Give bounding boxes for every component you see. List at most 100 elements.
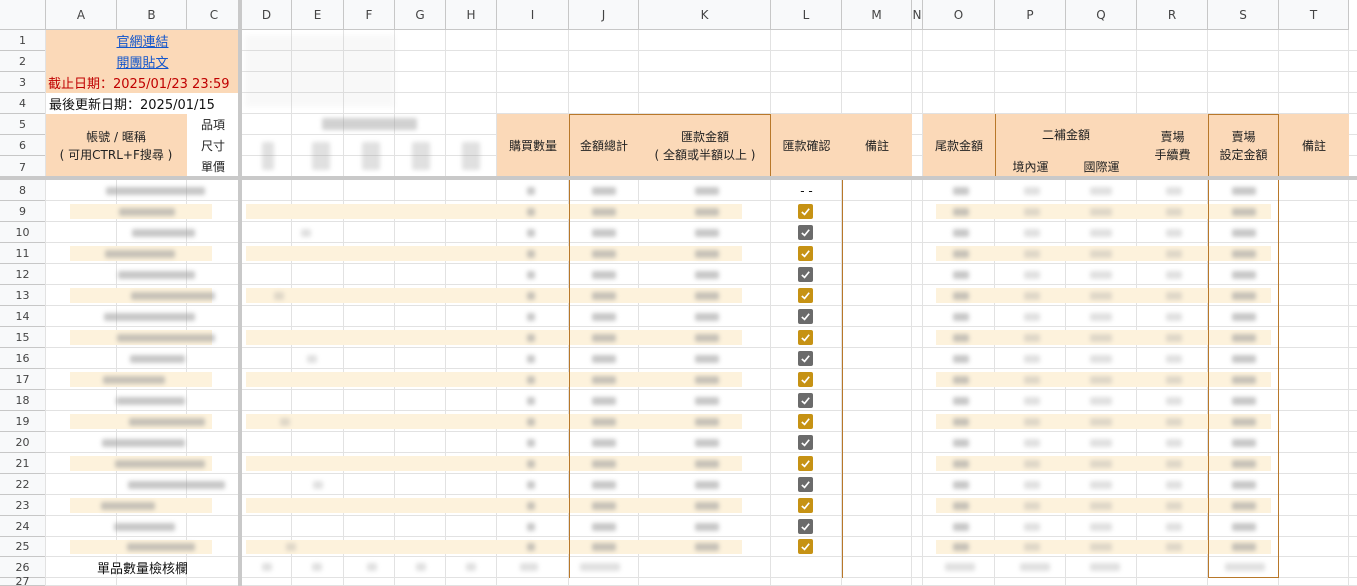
remit-confirm-checkbox[interactable] — [798, 476, 813, 492]
remit-confirm-checkbox[interactable] — [798, 308, 813, 324]
row-header-8[interactable]: 8 — [0, 180, 46, 201]
row-header-10[interactable]: 10 — [0, 222, 46, 243]
remit-confirm-checkbox[interactable] — [798, 203, 813, 219]
column-header-n[interactable]: N — [912, 0, 923, 30]
note-header-2: 備註 — [1279, 114, 1349, 177]
row-header-25[interactable]: 25 — [0, 537, 46, 557]
row-band-mid — [246, 372, 742, 387]
column-header-h[interactable]: H — [446, 0, 497, 30]
column-header-t[interactable]: T — [1279, 0, 1349, 30]
column-header-i[interactable]: I — [497, 0, 569, 30]
remit-confirm-checkbox[interactable] — [798, 413, 813, 429]
column-header-o[interactable]: O — [923, 0, 995, 30]
row-header-14[interactable]: 14 — [0, 306, 46, 327]
row-header-17[interactable]: 17 — [0, 369, 46, 390]
group-post-link[interactable]: 開團貼文 — [116, 52, 168, 71]
blurred-domestic — [1024, 375, 1040, 384]
row-band-mid — [246, 540, 742, 554]
remit-confirm-checkbox[interactable] — [798, 497, 813, 513]
column-header-g[interactable]: G — [395, 0, 446, 30]
column-header-k[interactable]: K — [639, 0, 771, 30]
row-header-13[interactable]: 13 — [0, 285, 46, 306]
blurred-fee — [1166, 333, 1182, 342]
row-header-12[interactable]: 12 — [0, 264, 46, 285]
blurred-quantity — [527, 291, 535, 300]
blurred-international — [1090, 543, 1112, 551]
row-header-21[interactable]: 21 — [0, 453, 46, 474]
grid-hline — [46, 200, 1357, 201]
column-header-q[interactable]: Q — [1066, 0, 1137, 30]
freeze-divider-horizontal[interactable] — [0, 176, 1357, 180]
remit-confirm-checkbox[interactable] — [798, 539, 813, 554]
column-header-a[interactable]: A — [46, 0, 117, 30]
remit-confirm-checkbox[interactable] — [798, 224, 813, 240]
row-header-9[interactable]: 9 — [0, 201, 46, 222]
remit-confirm-checkbox[interactable] — [798, 266, 813, 282]
remit-confirm-checkbox[interactable] — [798, 245, 813, 261]
row-header-19[interactable]: 19 — [0, 411, 46, 432]
blurred-total — [592, 249, 616, 258]
column-header-c[interactable]: C — [187, 0, 242, 30]
column-header-s[interactable]: S — [1208, 0, 1279, 30]
account-header-hint: ( 可用CTRL+F搜尋 ) — [59, 148, 173, 162]
checkmark-icon — [801, 375, 810, 384]
blurred-quantity — [527, 270, 535, 279]
row-header-5[interactable]: 5 — [0, 114, 46, 135]
checkmark-icon — [801, 228, 810, 237]
column-header-p[interactable]: P — [995, 0, 1066, 30]
blurred-footer-total — [416, 563, 426, 571]
remit-confirm-checkbox[interactable] — [798, 434, 813, 450]
remit-confirm-checkbox[interactable] — [798, 392, 813, 408]
row-header-20[interactable]: 20 — [0, 432, 46, 453]
blurred-domestic — [1024, 459, 1040, 468]
row-header-24[interactable]: 24 — [0, 516, 46, 537]
checkmark-icon — [801, 501, 810, 510]
row-band-mid — [246, 246, 742, 261]
row-header-2[interactable]: 2 — [0, 51, 46, 72]
blurred-domestic — [1024, 333, 1040, 342]
column-header-r[interactable]: R — [1137, 0, 1208, 30]
blurred-international — [1090, 501, 1112, 510]
row-header-11[interactable]: 11 — [0, 243, 46, 264]
remit-confirm-checkbox[interactable] — [798, 287, 813, 303]
row-header-6[interactable]: 6 — [0, 135, 46, 156]
column-header-l[interactable]: L — [771, 0, 842, 30]
selling-fee-label-1: 賣場 — [1160, 129, 1185, 144]
remit-confirm-checkbox[interactable] — [798, 455, 813, 471]
checkmark-icon — [801, 438, 810, 447]
row-header-4[interactable]: 4 — [0, 93, 46, 114]
remit-confirm-checkbox[interactable] — [798, 329, 813, 345]
row-header-22[interactable]: 22 — [0, 474, 46, 495]
blurred-quantity — [527, 501, 535, 510]
row-header-15[interactable]: 15 — [0, 327, 46, 348]
freeze-divider-vertical[interactable] — [238, 0, 242, 586]
row-header-27[interactable]: 27 — [0, 575, 46, 586]
column-header-f[interactable]: F — [344, 0, 395, 30]
blurred-balance — [953, 522, 969, 531]
row-band-mid — [246, 414, 742, 429]
blurred-account — [132, 228, 195, 237]
blurred-domestic — [1024, 207, 1040, 216]
row-header-16[interactable]: 16 — [0, 348, 46, 369]
column-header-j[interactable]: J — [569, 0, 639, 30]
column-header-m[interactable]: M — [842, 0, 912, 30]
select-all-corner[interactable] — [0, 0, 46, 30]
column-header-e[interactable]: E — [292, 0, 344, 30]
column-header-d[interactable]: D — [242, 0, 292, 30]
remit-confirm-checkbox[interactable] — [798, 518, 813, 534]
official-link[interactable]: 官網連結 — [116, 31, 168, 50]
blurred-balance — [953, 417, 969, 426]
blurred-remit — [695, 333, 719, 342]
blurred-international — [1090, 186, 1112, 195]
remit-confirm-checkbox[interactable] — [798, 350, 813, 366]
group-post-link-cell: 開團貼文 — [46, 51, 239, 72]
row-header-3[interactable]: 3 — [0, 72, 46, 93]
row-header-23[interactable]: 23 — [0, 495, 46, 516]
remit-confirm-checkbox[interactable] — [798, 371, 813, 387]
blurred-remit — [695, 396, 719, 405]
row-header-1[interactable]: 1 — [0, 30, 46, 51]
column-header-b[interactable]: B — [117, 0, 187, 30]
remit-confirm-placeholder: - - — [800, 183, 813, 198]
blurred-balance — [953, 480, 969, 489]
row-header-18[interactable]: 18 — [0, 390, 46, 411]
